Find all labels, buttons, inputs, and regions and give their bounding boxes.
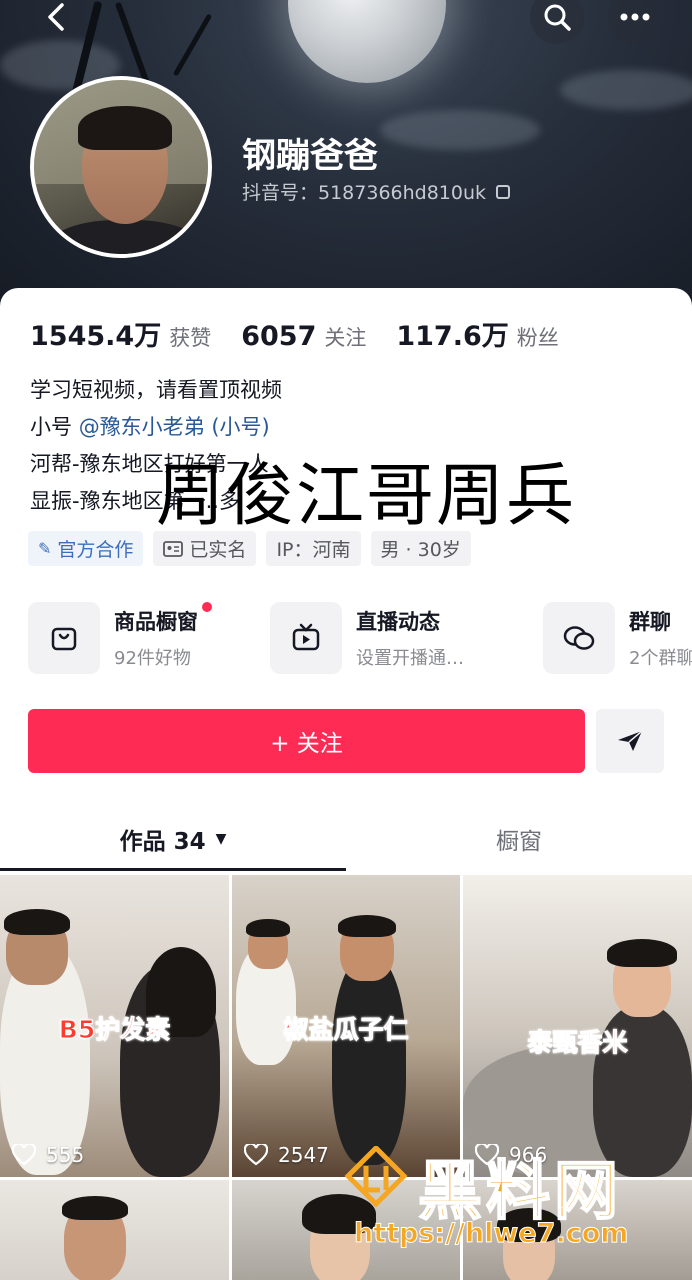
search-icon	[544, 4, 571, 31]
send-icon	[618, 730, 643, 751]
tag-ip: IP：河南	[266, 531, 361, 566]
service-live[interactable]: 直播动态 设置开播通…	[270, 602, 464, 674]
heart-icon	[244, 1144, 268, 1166]
service-subtitle: 92件好物	[114, 648, 191, 669]
watermark-logo-icon	[344, 1146, 408, 1208]
video-caption: 泰甄香米	[527, 1028, 628, 1058]
douyin-id-text: 抖音号：5187366hd810uk	[242, 182, 487, 204]
overlay-text: 周俊江哥周兵	[156, 457, 577, 536]
heart-icon	[12, 1144, 36, 1166]
video-thumbnail[interactable]	[0, 1180, 229, 1280]
share-button[interactable]	[596, 709, 664, 773]
cloud	[560, 70, 692, 110]
service-subtitle: 设置开播通…	[356, 648, 464, 669]
video-likes: 555	[12, 1143, 84, 1167]
video-thumbnail[interactable]: 椒盐瓜子仁 2547	[232, 875, 460, 1177]
service-subtitle: 2个群聊	[629, 648, 692, 669]
bio-text: 小号	[30, 415, 79, 439]
stat-label: 粉丝	[516, 326, 559, 350]
stats-row: 1545.4万 获赞 6057 关注 117.6万 粉丝	[30, 314, 589, 353]
tag-verified[interactable]: 已实名	[153, 531, 257, 566]
tag-label: 已实名	[189, 539, 247, 561]
copy-icon[interactable]	[496, 184, 511, 199]
profile-banner: 钢蹦爸爸 抖音号：5187366hd810uk	[0, 0, 692, 310]
shopping-bag-icon	[28, 602, 100, 674]
tree-branch	[172, 13, 213, 77]
stat-value: 6057	[241, 321, 317, 352]
bio-line: 学习短视频，请看置顶视频	[30, 378, 282, 402]
service-title: 商品橱窗	[114, 602, 212, 636]
tab-works[interactable]: 作品 34 ▼	[0, 808, 346, 870]
more-dots-icon	[620, 13, 650, 21]
video-likes: 2547	[244, 1143, 329, 1167]
stat-label: 关注	[324, 326, 367, 350]
tag-row: ✎ 官方合作 已实名 IP：河南 男 · 30岁	[28, 531, 471, 566]
mention-link[interactable]: @豫东小老弟 (小号)	[79, 415, 270, 439]
stat-likes[interactable]: 1545.4万 获赞	[30, 314, 211, 353]
profile-nickname: 钢蹦爸爸	[242, 136, 378, 176]
stat-followers[interactable]: 117.6万 粉丝	[396, 314, 558, 353]
video-caption: 椒盐瓜子仁	[283, 1015, 409, 1045]
content-tabs: 作品 34 ▼ 橱窗	[0, 808, 692, 872]
chevron-left-icon	[48, 3, 64, 31]
tag-label: 男 · 30岁	[380, 539, 461, 561]
video-thumbnail[interactable]: 泰甄香米 966	[463, 875, 692, 1177]
service-group-chat[interactable]: 群聊 2个群聊	[543, 602, 692, 674]
tv-icon	[270, 602, 342, 674]
tag-official[interactable]: ✎ 官方合作	[28, 531, 144, 566]
follow-button[interactable]: + 关注	[28, 709, 585, 773]
service-title: 直播动态	[356, 610, 440, 634]
stat-value: 117.6万	[396, 321, 509, 352]
cooperation-icon: ✎	[38, 539, 52, 558]
search-button[interactable]	[530, 0, 584, 44]
caret-down-icon: ▼	[215, 831, 227, 847]
service-showcase[interactable]: 商品橱窗 92件好物	[28, 602, 212, 674]
more-button[interactable]	[608, 0, 662, 44]
id-card-icon	[163, 540, 184, 557]
service-title: 群聊	[629, 610, 671, 634]
watermark: 黑料网 https://hlwe7.com	[340, 1140, 680, 1280]
stat-following[interactable]: 6057 关注	[241, 321, 366, 352]
moon-image	[288, 0, 446, 83]
tab-indicator	[0, 868, 346, 871]
like-count: 555	[46, 1143, 85, 1167]
tab-label: 作品 34	[119, 829, 206, 855]
tab-showcase[interactable]: 橱窗	[346, 808, 692, 870]
video-caption: B5护发素	[58, 1015, 171, 1045]
tag-label: 官方合作	[57, 539, 134, 561]
stat-label: 获赞	[169, 326, 212, 350]
like-count: 2547	[278, 1143, 329, 1167]
notification-dot	[202, 602, 212, 612]
video-thumbnail[interactable]: B5护发素 555	[0, 875, 229, 1177]
tag-gender-age: 男 · 30岁	[370, 531, 471, 566]
service-row: 商品橱窗 92件好物 直播动态 设置开播通… 群聊 2个群聊	[28, 602, 692, 674]
back-button[interactable]	[28, 0, 82, 40]
douyin-id[interactable]: 抖音号：5187366hd810uk	[242, 178, 511, 205]
tag-label: IP：河南	[276, 539, 351, 561]
avatar[interactable]	[30, 76, 212, 258]
cloud	[380, 110, 540, 150]
stat-value: 1545.4万	[30, 321, 162, 352]
chat-bubbles-icon	[543, 602, 615, 674]
watermark-url: https://hlwe7.com	[353, 1218, 629, 1250]
